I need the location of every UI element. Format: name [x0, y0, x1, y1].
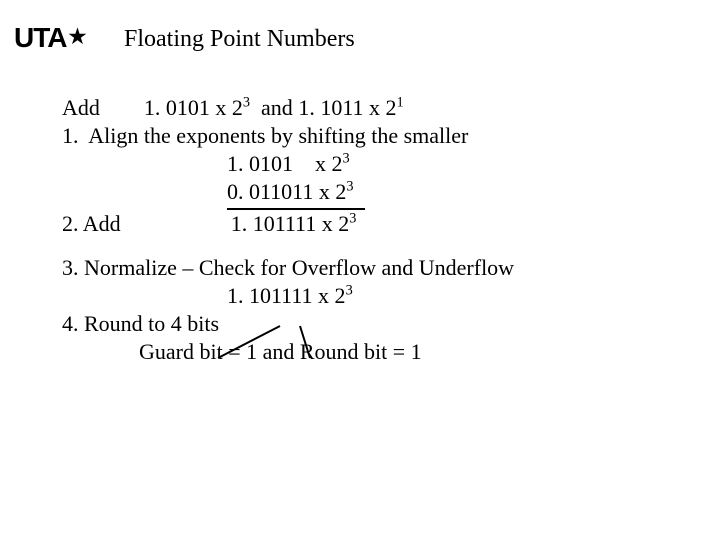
guard-line: Guard bit = 1 and Round bit = 1 [62, 338, 680, 366]
add-label: Add [62, 95, 100, 120]
align-r1-val: 1. 0101 x 2 [227, 151, 343, 176]
step4: 4. Round to 4 bits [62, 310, 680, 338]
indent [62, 283, 227, 308]
slide-title: Floating Point Numbers [124, 26, 355, 53]
logo-text: UTA [14, 22, 66, 54]
indent [121, 211, 231, 236]
add-arg2-exp: 1 [397, 95, 404, 111]
align-r2-underline: 0. 011011 x 23 [227, 178, 365, 209]
step2-line: 2. Add 1. 101111 x 23 [62, 210, 680, 238]
step1: 1. Align the exponents by shifting the s… [62, 122, 680, 150]
add-mid: and [250, 95, 298, 120]
slide-body: Add 1. 0101 x 23 and 1. 1011 x 21 1. Ali… [62, 94, 680, 366]
logo-star-icon: ★ [68, 24, 85, 49]
step2-val: 1. 101111 x 2 [231, 211, 350, 236]
norm-line: 1. 101111 x 23 [62, 282, 680, 310]
indent [62, 151, 227, 176]
add-arg2: 1. 1011 x 2 [298, 95, 396, 120]
step3: 3. Normalize – Check for Overflow and Un… [62, 254, 680, 282]
step2-label: 2. Add [62, 211, 121, 236]
norm-val: 1. 101111 x 2 [227, 283, 346, 308]
guard-text: Guard bit = 1 and Round bit = 1 [139, 339, 422, 364]
indent [62, 339, 139, 364]
add-arg1: 1. 0101 x 2 [144, 95, 243, 120]
logo: UTA ★ [14, 22, 85, 54]
align-row1: 1. 0101 x 23 [62, 150, 680, 178]
align-r2-exp: 3 [346, 179, 353, 195]
align-r2-val: 0. 011011 x 2 [227, 179, 346, 204]
indent [62, 179, 227, 204]
step2-exp: 3 [349, 210, 356, 226]
add-arg1-exp: 3 [243, 95, 250, 111]
norm-exp: 3 [346, 283, 353, 299]
align-r1-exp: 3 [343, 151, 350, 167]
align-row2: 0. 011011 x 23 [62, 178, 680, 209]
add-line: Add 1. 0101 x 23 and 1. 1011 x 21 [62, 94, 680, 122]
